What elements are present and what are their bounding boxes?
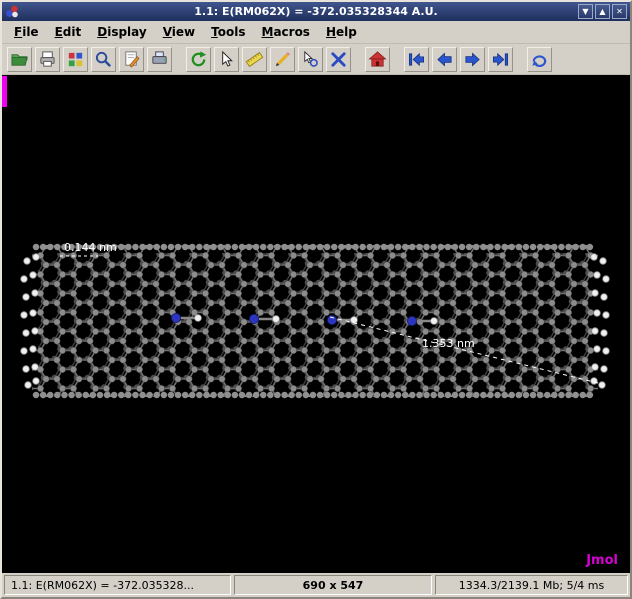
- home-icon: [368, 50, 387, 69]
- atom-colors-icon: [66, 50, 85, 69]
- zoom-button[interactable]: [91, 47, 116, 72]
- delete-x-icon: [329, 50, 348, 69]
- pick-cursor-icon: [217, 50, 236, 69]
- minimize-button[interactable]: ▼: [578, 4, 593, 19]
- status-memory: 1334.3/2139.1 Mb; 5/4 ms: [435, 575, 628, 595]
- menu-edit[interactable]: Edit: [47, 22, 90, 42]
- last-frame-button[interactable]: [488, 47, 513, 72]
- loop-button[interactable]: [527, 47, 552, 72]
- pick-button[interactable]: [214, 47, 239, 72]
- previous-frame-button[interactable]: [432, 47, 457, 72]
- jmol-window: 1.1: E(RM062X) = -372.035328344 A.U. ▼ ▲…: [0, 0, 632, 599]
- last-frame-icon: [491, 50, 510, 69]
- print-button[interactable]: [35, 47, 60, 72]
- measurement-label-2: 1.353 nm: [422, 337, 475, 350]
- open-folder-icon: [10, 50, 29, 69]
- menu-file[interactable]: File: [6, 22, 47, 42]
- menu-view[interactable]: View: [155, 22, 203, 42]
- menu-macros[interactable]: Macros: [253, 22, 317, 42]
- status-dimensions: 690 x 547: [234, 575, 432, 595]
- menu-display[interactable]: Display: [89, 22, 154, 42]
- rotate-button[interactable]: [186, 47, 211, 72]
- script-editor-button[interactable]: [119, 47, 144, 72]
- molecule-viewport[interactable]: 0.144 nm 1.353 nm Jmol: [2, 75, 630, 573]
- app-icon: [5, 5, 19, 19]
- next-frame-icon: [463, 50, 482, 69]
- script-editor-icon: [122, 50, 141, 69]
- molecule-canvas[interactable]: 0.144 nm 1.353 nm Jmol: [2, 75, 630, 573]
- print-icon: [38, 50, 57, 69]
- jmol-watermark: Jmol: [585, 553, 618, 568]
- toolbar: [2, 44, 630, 75]
- window-title: 1.1: E(RM062X) = -372.035328344 A.U.: [2, 5, 630, 18]
- status-bar: 1.1: E(RM062X) = -372.035328... 690 x 54…: [2, 573, 630, 597]
- first-frame-button[interactable]: [404, 47, 429, 72]
- measure-distance-button[interactable]: [242, 47, 267, 72]
- ruler-icon: [245, 50, 264, 69]
- menu-help[interactable]: Help: [318, 22, 365, 42]
- home-button[interactable]: [365, 47, 390, 72]
- next-frame-button[interactable]: [460, 47, 485, 72]
- measurement-label-1: 0.144 nm: [64, 241, 117, 254]
- maximize-button[interactable]: ▲: [595, 4, 610, 19]
- pencil-icon: [273, 50, 292, 69]
- export-icon: [150, 50, 169, 69]
- annotate-button[interactable]: [270, 47, 295, 72]
- menu-bar: File Edit Display View Tools Macros Help: [2, 21, 630, 44]
- open-button[interactable]: [7, 47, 32, 72]
- magenta-edge-artifact: [2, 76, 7, 107]
- loop-arrow-icon: [530, 50, 549, 69]
- zoom-icon: [94, 50, 113, 69]
- pick-atom-button[interactable]: [298, 47, 323, 72]
- status-energy: 1.1: E(RM062X) = -372.035328...: [4, 575, 231, 595]
- menu-tools[interactable]: Tools: [203, 22, 253, 42]
- delete-atom-button[interactable]: [326, 47, 351, 72]
- atom-colors-button[interactable]: [63, 47, 88, 72]
- first-frame-icon: [407, 50, 426, 69]
- export-button[interactable]: [147, 47, 172, 72]
- rotate-icon: [189, 50, 208, 69]
- title-bar[interactable]: 1.1: E(RM062X) = -372.035328344 A.U. ▼ ▲…: [2, 2, 630, 21]
- previous-frame-icon: [435, 50, 454, 69]
- carbon-nanotube: [32, 245, 598, 397]
- pick-atom-icon: [301, 50, 320, 69]
- close-button[interactable]: ✕: [612, 4, 627, 19]
